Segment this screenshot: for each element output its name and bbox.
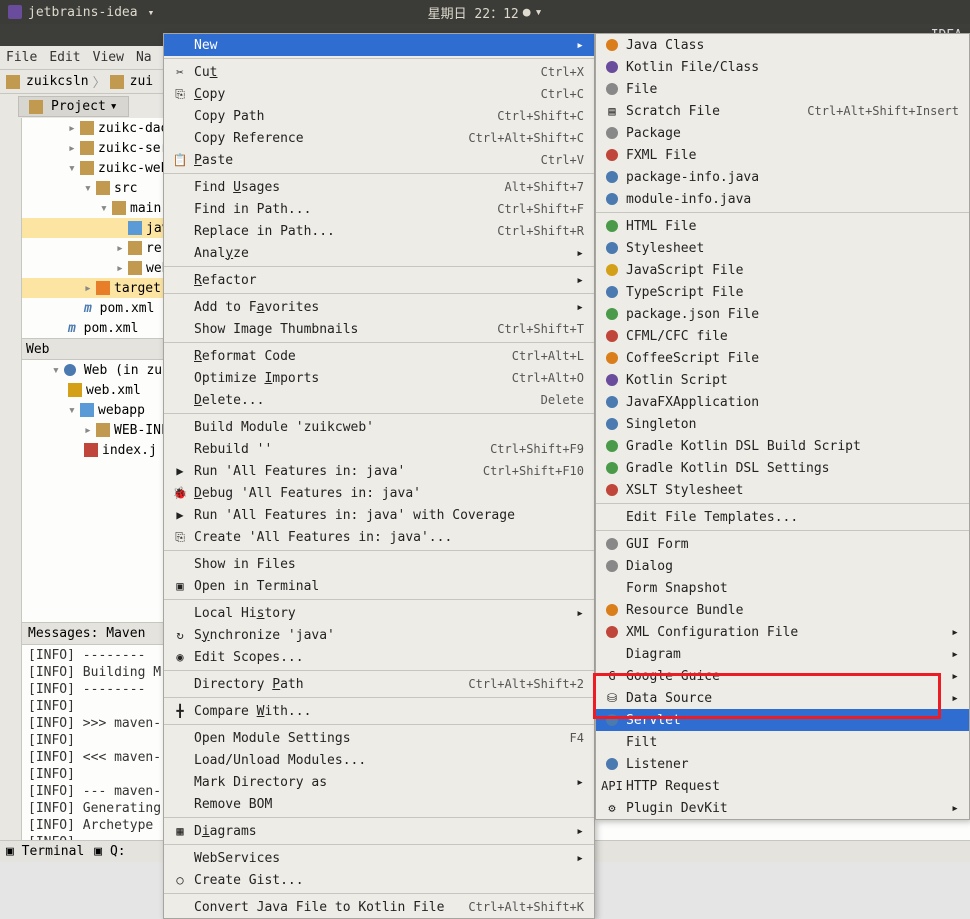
ctx-item[interactable]: Mark Directory as▸ xyxy=(164,771,594,793)
ctx-item[interactable]: Show Image ThumbnailsCtrl+Shift+T xyxy=(164,318,594,340)
new-submenu-item[interactable]: Form Snapshot xyxy=(596,577,969,599)
new-submenu-item[interactable]: CoffeeScript File xyxy=(596,347,969,369)
ctx-item[interactable]: ▦Diagrams▸ xyxy=(164,820,594,842)
new-submenu-item[interactable]: ⚙Plugin DevKit▸ xyxy=(596,797,969,819)
ctx-item[interactable]: Rebuild ''Ctrl+Shift+F9 xyxy=(164,438,594,460)
ctx-item[interactable]: WebServices▸ xyxy=(164,847,594,869)
ctx-item[interactable]: Copy PathCtrl+Shift+C xyxy=(164,105,594,127)
new-submenu-item[interactable]: Servlet xyxy=(596,709,969,731)
ctx-item[interactable]: Delete...Delete xyxy=(164,389,594,411)
menu-view[interactable]: View xyxy=(93,50,124,65)
new-submenu-item[interactable]: Diagram▸ xyxy=(596,643,969,665)
new-submenu-item[interactable]: GUI Form xyxy=(596,533,969,555)
ctx-item[interactable]: ○Create Gist... xyxy=(164,869,594,891)
ctx-item[interactable]: Reformat CodeCtrl+Alt+L xyxy=(164,345,594,367)
ctx-item[interactable]: ▶Run 'All Features in: java' with Covera… xyxy=(164,504,594,526)
new-submenu-item[interactable]: File xyxy=(596,78,969,100)
ctx-item[interactable]: Directory PathCtrl+Alt+Shift+2 xyxy=(164,673,594,695)
ctx-item[interactable]: Open Module SettingsF4 xyxy=(164,727,594,749)
ctx-item[interactable]: ╋Compare With... xyxy=(164,700,594,722)
clock-dropdown[interactable]: ▾ xyxy=(535,5,543,20)
menu-file[interactable]: File xyxy=(6,50,37,65)
ctx-item[interactable]: 📋PasteCtrl+V xyxy=(164,149,594,171)
new-submenu-item[interactable]: package.json File xyxy=(596,303,969,325)
breadcrumb-item[interactable]: zuikcsln xyxy=(6,74,89,89)
folder-icon xyxy=(6,75,20,89)
new-submenu-item[interactable]: ⛁Data Source▸ xyxy=(596,687,969,709)
new-submenu-item[interactable]: Edit File Templates... xyxy=(596,506,969,528)
new-submenu-item[interactable]: HTML File xyxy=(596,215,969,237)
ctx-item[interactable]: Optimize ImportsCtrl+Alt+O xyxy=(164,367,594,389)
ctx-item[interactable]: ✂CutCtrl+X xyxy=(164,61,594,83)
new-submenu-item[interactable]: package-info.java xyxy=(596,166,969,188)
new-submenu-item[interactable]: Singleton xyxy=(596,413,969,435)
new-submenu-item[interactable]: XSLT Stylesheet xyxy=(596,479,969,501)
new-submenu-item[interactable]: Kotlin Script xyxy=(596,369,969,391)
folder-icon xyxy=(29,100,43,114)
project-view-selector[interactable]: Project ▾ xyxy=(18,96,129,117)
ctx-item[interactable]: Local History▸ xyxy=(164,602,594,624)
new-submenu-item[interactable]: TypeScript File xyxy=(596,281,969,303)
new-submenu-item[interactable]: Resource Bundle xyxy=(596,599,969,621)
ctx-item[interactable]: Analyze▸ xyxy=(164,242,594,264)
ctx-item[interactable]: ▶Run 'All Features in: java'Ctrl+Shift+F… xyxy=(164,460,594,482)
context-menu: New▸ ✂CutCtrl+X⎘CopyCtrl+CCopy PathCtrl+S… xyxy=(163,33,595,919)
app-icon xyxy=(8,5,22,19)
dropdown-arrow-icon: ▾ xyxy=(110,99,118,114)
ctx-item[interactable]: ⎘Create 'All Features in: java'... xyxy=(164,526,594,548)
status-q[interactable]: ▣ Q: xyxy=(94,844,125,859)
menu-edit[interactable]: Edit xyxy=(49,50,80,65)
new-submenu-item[interactable]: Dialog xyxy=(596,555,969,577)
breadcrumb-item[interactable]: zui xyxy=(110,74,153,89)
new-submenu-item[interactable]: JavaFXApplication xyxy=(596,391,969,413)
ctx-item[interactable]: Remove BOM xyxy=(164,793,594,815)
new-submenu-item[interactable]: CFML/CFC file xyxy=(596,325,969,347)
system-title-bar: jetbrains-idea 星期日 22：12 ● ▾ xyxy=(0,0,970,24)
ctx-item[interactable]: Refactor▸ xyxy=(164,269,594,291)
app-menu-dropdown[interactable] xyxy=(144,5,155,20)
new-submenu-item[interactable]: Stylesheet xyxy=(596,237,969,259)
new-submenu-item[interactable]: Listener xyxy=(596,753,969,775)
ctx-item[interactable]: Replace in Path...Ctrl+Shift+R xyxy=(164,220,594,242)
ctx-item[interactable]: ◉Edit Scopes... xyxy=(164,646,594,668)
clock: 星期日 22：12 xyxy=(428,3,519,22)
new-submenu-item[interactable]: Kotlin File/Class xyxy=(596,56,969,78)
new-submenu-item[interactable]: Package xyxy=(596,122,969,144)
new-submenu-item[interactable]: ▤Scratch FileCtrl+Alt+Shift+Insert xyxy=(596,100,969,122)
new-submenu-item[interactable]: JavaScript File xyxy=(596,259,969,281)
terminal-button[interactable]: ▣ Terminal xyxy=(6,844,84,859)
new-submenu-item[interactable]: Gradle Kotlin DSL Settings xyxy=(596,457,969,479)
ctx-item[interactable]: Show in Files xyxy=(164,553,594,575)
breadcrumb-sep: 〉 xyxy=(93,72,106,91)
ctx-item[interactable]: Find in Path...Ctrl+Shift+F xyxy=(164,198,594,220)
ctx-item[interactable]: ▣Open in Terminal xyxy=(164,575,594,597)
app-name: jetbrains-idea xyxy=(28,5,138,20)
ctx-item[interactable]: ↻Synchronize 'java' xyxy=(164,624,594,646)
new-submenu-item[interactable]: module-info.java xyxy=(596,188,969,210)
tool-window-stripe-left[interactable] xyxy=(0,118,22,862)
new-submenu-item[interactable]: XML Configuration File▸ xyxy=(596,621,969,643)
ctx-item[interactable]: Find UsagesAlt+Shift+7 xyxy=(164,176,594,198)
new-submenu-item[interactable]: GGoogle Guice▸ xyxy=(596,665,969,687)
new-submenu-item[interactable]: FXML File xyxy=(596,144,969,166)
ctx-item[interactable]: ⎘CopyCtrl+C xyxy=(164,83,594,105)
ctx-item[interactable]: New▸ xyxy=(164,34,594,56)
new-submenu-item[interactable]: Filt xyxy=(596,731,969,753)
indicator-dot: ● xyxy=(523,5,531,20)
ctx-item[interactable]: Load/Unload Modules... xyxy=(164,749,594,771)
ctx-item[interactable]: Build Module 'zuikcweb' xyxy=(164,416,594,438)
new-submenu: Java ClassKotlin File/ClassFile▤Scratch … xyxy=(595,33,970,820)
new-submenu-item[interactable]: APIHTTP Request xyxy=(596,775,969,797)
ctx-item[interactable]: Copy ReferenceCtrl+Alt+Shift+C xyxy=(164,127,594,149)
folder-icon xyxy=(110,75,124,89)
menu-navigate[interactable]: Na xyxy=(136,50,152,65)
new-submenu-item[interactable]: Java Class xyxy=(596,34,969,56)
new-submenu-item[interactable]: Gradle Kotlin DSL Build Script xyxy=(596,435,969,457)
ctx-item[interactable]: 🐞Debug 'All Features in: java' xyxy=(164,482,594,504)
ctx-item[interactable]: Add to Favorites▸ xyxy=(164,296,594,318)
ctx-item[interactable]: Convert Java File to Kotlin FileCtrl+Alt… xyxy=(164,896,594,918)
